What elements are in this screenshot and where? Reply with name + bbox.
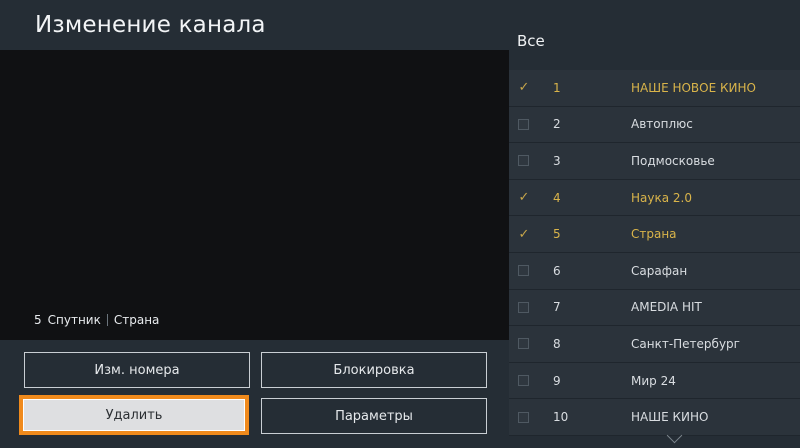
- delete-button-label: Удалить: [23, 399, 245, 431]
- channel-name: Мир 24: [631, 373, 676, 388]
- checkbox-icon[interactable]: [518, 118, 529, 130]
- channel-number: 2: [553, 117, 561, 132]
- checkmark-icon[interactable]: ✓: [518, 227, 530, 242]
- list-header: Все: [517, 32, 545, 50]
- channel-row[interactable]: 2 Автоплюс: [509, 106, 800, 144]
- checkmark-icon[interactable]: ✓: [518, 80, 530, 95]
- channel-name: Санкт-Петербург: [631, 336, 740, 351]
- channel-number: 9: [553, 373, 561, 388]
- channel-name: Сарафан: [631, 263, 688, 278]
- channel-name: AMEDIA HIT: [631, 300, 702, 315]
- channel-row[interactable]: ✓ 4 Наука 2.0: [509, 179, 800, 217]
- channel-name: НАШЕ КИНО: [631, 410, 709, 425]
- channel-preview: [0, 50, 509, 340]
- channel-number: 5: [553, 227, 561, 242]
- channel-name: Автоплюс: [631, 117, 693, 132]
- channel-row[interactable]: ✓ 5 Страна: [509, 216, 800, 253]
- channel-number: 10: [553, 410, 569, 425]
- checkbox-icon[interactable]: [518, 338, 529, 350]
- channel-number: 4: [553, 190, 561, 205]
- channel-row[interactable]: ✓ 1 НАШЕ НОВОЕ КИНО: [509, 70, 800, 107]
- channel-name: НАШЕ НОВОЕ КИНО: [631, 80, 756, 95]
- edit-number-button[interactable]: Изм. номера: [24, 352, 250, 388]
- channel-row[interactable]: 8 Санкт-Петербург: [509, 326, 800, 363]
- checkmark-icon[interactable]: ✓: [518, 190, 530, 205]
- channel-number: 7: [553, 300, 561, 315]
- channel-list: ✓ 1 НАШЕ НОВОЕ КИНО 2 Автоплюс 3 Подмосковье ✓ 4…: [509, 70, 800, 436]
- channel-number: 3: [553, 153, 561, 168]
- delete-button[interactable]: Удалить: [19, 395, 249, 435]
- checkbox-icon[interactable]: [518, 155, 529, 167]
- channel-row[interactable]: 3 Подмосковье: [509, 143, 800, 180]
- channel-name: Наука 2.0: [631, 190, 692, 205]
- channel-number: 1: [553, 80, 561, 95]
- options-button[interactable]: Параметры: [261, 398, 487, 434]
- divider: [106, 314, 108, 326]
- channel-name: Страна: [631, 227, 677, 242]
- channel-number: 8: [553, 336, 561, 351]
- channel-number: 6: [553, 263, 561, 278]
- checkbox-icon[interactable]: [518, 411, 529, 423]
- lock-button[interactable]: Блокировка: [261, 352, 487, 388]
- page-title: Изменение канала: [35, 12, 266, 38]
- channel-row[interactable]: 9 Мир 24: [509, 362, 800, 400]
- checkbox-icon[interactable]: [518, 375, 529, 387]
- channel-row[interactable]: 10 НАШЕ КИНО: [509, 399, 800, 436]
- checkbox-icon[interactable]: [518, 265, 529, 277]
- channel-list-panel: Все ✓ 1 НАШЕ НОВОЕ КИНО 2 Автоплюс 3 Подмосков…: [509, 0, 800, 448]
- preview-source: Спутник: [47, 313, 101, 327]
- preview-info: 5 Спутник Страна: [34, 313, 159, 327]
- channel-row[interactable]: 6 Сарафан: [509, 252, 800, 290]
- channel-row[interactable]: 7 AMEDIA HIT: [509, 289, 800, 327]
- preview-channel-name: Страна: [113, 313, 160, 327]
- preview-channel-number: 5: [34, 313, 42, 327]
- channel-name: Подмосковье: [631, 153, 715, 168]
- checkbox-icon[interactable]: [518, 301, 529, 313]
